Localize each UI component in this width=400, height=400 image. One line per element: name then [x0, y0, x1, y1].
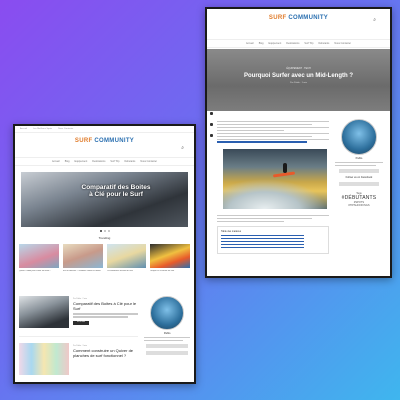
- main-nav: Accueil Blog Equipement Destinations Sur…: [207, 39, 390, 48]
- slider-dots: [15, 230, 194, 232]
- article-meta: Par Pablo · 1 min: [290, 82, 307, 84]
- surfer-image: [223, 148, 327, 209]
- toc-item[interactable]: [221, 234, 305, 237]
- article-sidebar: Pablo Follow us on Facebook Tags #DÉBUTA…: [335, 119, 383, 254]
- site-header: SURF COMMUNITY ⌕: [15, 133, 194, 157]
- post-card[interactable]: Par Pablo · 3 min Comment construire un …: [19, 343, 138, 375]
- tag-cloud: Tags #DÉBUTANTS #SPOTS #TIPSHOOKINGS: [335, 192, 383, 207]
- topbar-link[interactable]: Accueil: [20, 128, 27, 130]
- nav-item[interactable]: Débutants: [124, 160, 135, 163]
- article-body: Table des matières Pablo Follow us on Fa…: [207, 111, 390, 254]
- topbar-link[interactable]: Les Meilleurs Spots: [33, 128, 52, 130]
- trending-card[interactable]: Quelle Combi pour surfer en Hiver?: [19, 244, 59, 278]
- author-avatar: [150, 296, 185, 330]
- nav-item[interactable]: Equipement: [75, 160, 88, 163]
- post-list: Par Pablo · 2 min Comparatif des Boites …: [19, 296, 139, 382]
- search-icon[interactable]: ⌕: [181, 145, 184, 151]
- twitter-icon[interactable]: [210, 123, 213, 126]
- home-sidebar: Pablo: [144, 296, 190, 382]
- follow-label: Follow us on Facebook: [345, 175, 373, 179]
- toc-item[interactable]: [221, 240, 305, 243]
- article-title: Pourquoi Surfer avec un Mid-Length ?: [243, 73, 353, 79]
- slider-dot[interactable]: [99, 230, 102, 232]
- post-title[interactable]: Comparatif des Boites à Clé pour le Surf: [73, 301, 138, 312]
- article-category[interactable]: ÉQUIPEMENT · TECH: [207, 67, 390, 70]
- trending-row: Quelle Combi pour surfer en Hiver? Surf …: [15, 240, 194, 278]
- nav-item[interactable]: Surf Trip: [304, 42, 313, 45]
- read-more-button[interactable]: Lire la suite: [73, 320, 89, 325]
- toc-item[interactable]: [221, 237, 305, 240]
- author-avatar: [341, 119, 377, 155]
- home-page-screenshot: Accueil Les Meilleurs Spots Nous Contact…: [13, 124, 196, 384]
- nav-item[interactable]: Nous Contacter: [334, 42, 351, 45]
- sidebar-widget[interactable]: [146, 350, 188, 355]
- trending-card[interactable]: Shaper sa Planche de Surf: [150, 244, 190, 278]
- site-logo[interactable]: SURF COMMUNITY: [15, 138, 194, 144]
- toc-item[interactable]: [221, 243, 305, 246]
- toc-item[interactable]: [221, 246, 305, 249]
- pinterest-icon[interactable]: [210, 134, 213, 137]
- table-of-contents: Table des matières: [217, 226, 329, 254]
- nav-item[interactable]: Débutants: [318, 42, 329, 45]
- author-name: Pablo: [163, 332, 171, 335]
- trending-caption[interactable]: Les Meilleures Écoles de Surf: [107, 270, 147, 278]
- nav-item[interactable]: Accueil: [52, 160, 60, 163]
- nav-item[interactable]: Blog: [65, 160, 70, 163]
- trending-card[interactable]: Surf et Bouées : Comment choisir la tien…: [62, 244, 103, 278]
- slider-dot[interactable]: [107, 230, 110, 232]
- main-nav: Accueil Blog Equipement Destinations Sur…: [15, 157, 194, 166]
- nav-item[interactable]: Blog: [259, 42, 264, 45]
- facebook-widget[interactable]: [339, 181, 379, 186]
- trending-card[interactable]: Les Meilleures Écoles de Surf: [106, 244, 147, 278]
- facebook-icon[interactable]: [210, 112, 213, 115]
- nav-item[interactable]: Accueil: [246, 42, 254, 45]
- slider-dot[interactable]: [103, 230, 106, 232]
- nav-item[interactable]: Destinations: [286, 42, 299, 45]
- article-hero: ÉQUIPEMENT · TECH Pourquoi Surfer avec u…: [207, 49, 390, 111]
- trending-caption[interactable]: Surf et Bouées : Comment choisir la tien…: [63, 270, 103, 278]
- profile-button[interactable]: [146, 343, 188, 348]
- hero-title[interactable]: Comparatif des Boites à Clé pour le Surf: [81, 184, 151, 199]
- post-meta: Par Pablo · 3 min: [73, 345, 87, 347]
- post-thumbnail[interactable]: [19, 296, 69, 328]
- top-bar: Accueil Les Meilleurs Spots Nous Contact…: [15, 126, 194, 133]
- toc-title: Table des matières: [221, 230, 242, 234]
- author-name: Pablo: [355, 157, 363, 160]
- post-thumbnail[interactable]: [19, 343, 69, 375]
- topbar-link[interactable]: Nous Contacter: [58, 128, 73, 130]
- search-icon[interactable]: ⌕: [373, 17, 376, 23]
- post-card[interactable]: Par Pablo · 2 min Comparatif des Boites …: [19, 296, 139, 328]
- profile-button[interactable]: [339, 168, 379, 173]
- post-title[interactable]: Comment construire un Quiver de planches…: [73, 348, 138, 359]
- nav-item[interactable]: Destinations: [92, 160, 105, 163]
- tag-link[interactable]: #TIPSHOOKINGS: [335, 204, 383, 207]
- nav-item[interactable]: Nous Contacter: [140, 160, 157, 163]
- nav-item[interactable]: Equipement: [269, 42, 282, 45]
- hero-slider[interactable]: Comparatif des Boites à Clé pour le Surf: [21, 172, 188, 227]
- site-header: SURF COMMUNITY ⌕: [207, 9, 390, 39]
- post-list-section: Par Pablo · 2 min Comparatif des Boites …: [15, 278, 194, 382]
- intro-link[interactable]: [217, 141, 307, 143]
- trending-caption[interactable]: Shaper sa Planche de Surf: [150, 270, 190, 278]
- site-logo[interactable]: SURF COMMUNITY: [207, 15, 390, 21]
- trending-caption[interactable]: Quelle Combi pour surfer en Hiver?: [19, 270, 59, 278]
- share-bar: [210, 112, 213, 137]
- nav-item[interactable]: Surf Trip: [110, 160, 119, 163]
- post-meta: Par Pablo · 2 min: [73, 298, 87, 300]
- article-page-screenshot: SURF COMMUNITY ⌕ Accueil Blog Equipement…: [205, 7, 392, 278]
- article-content: Table des matières: [217, 119, 329, 254]
